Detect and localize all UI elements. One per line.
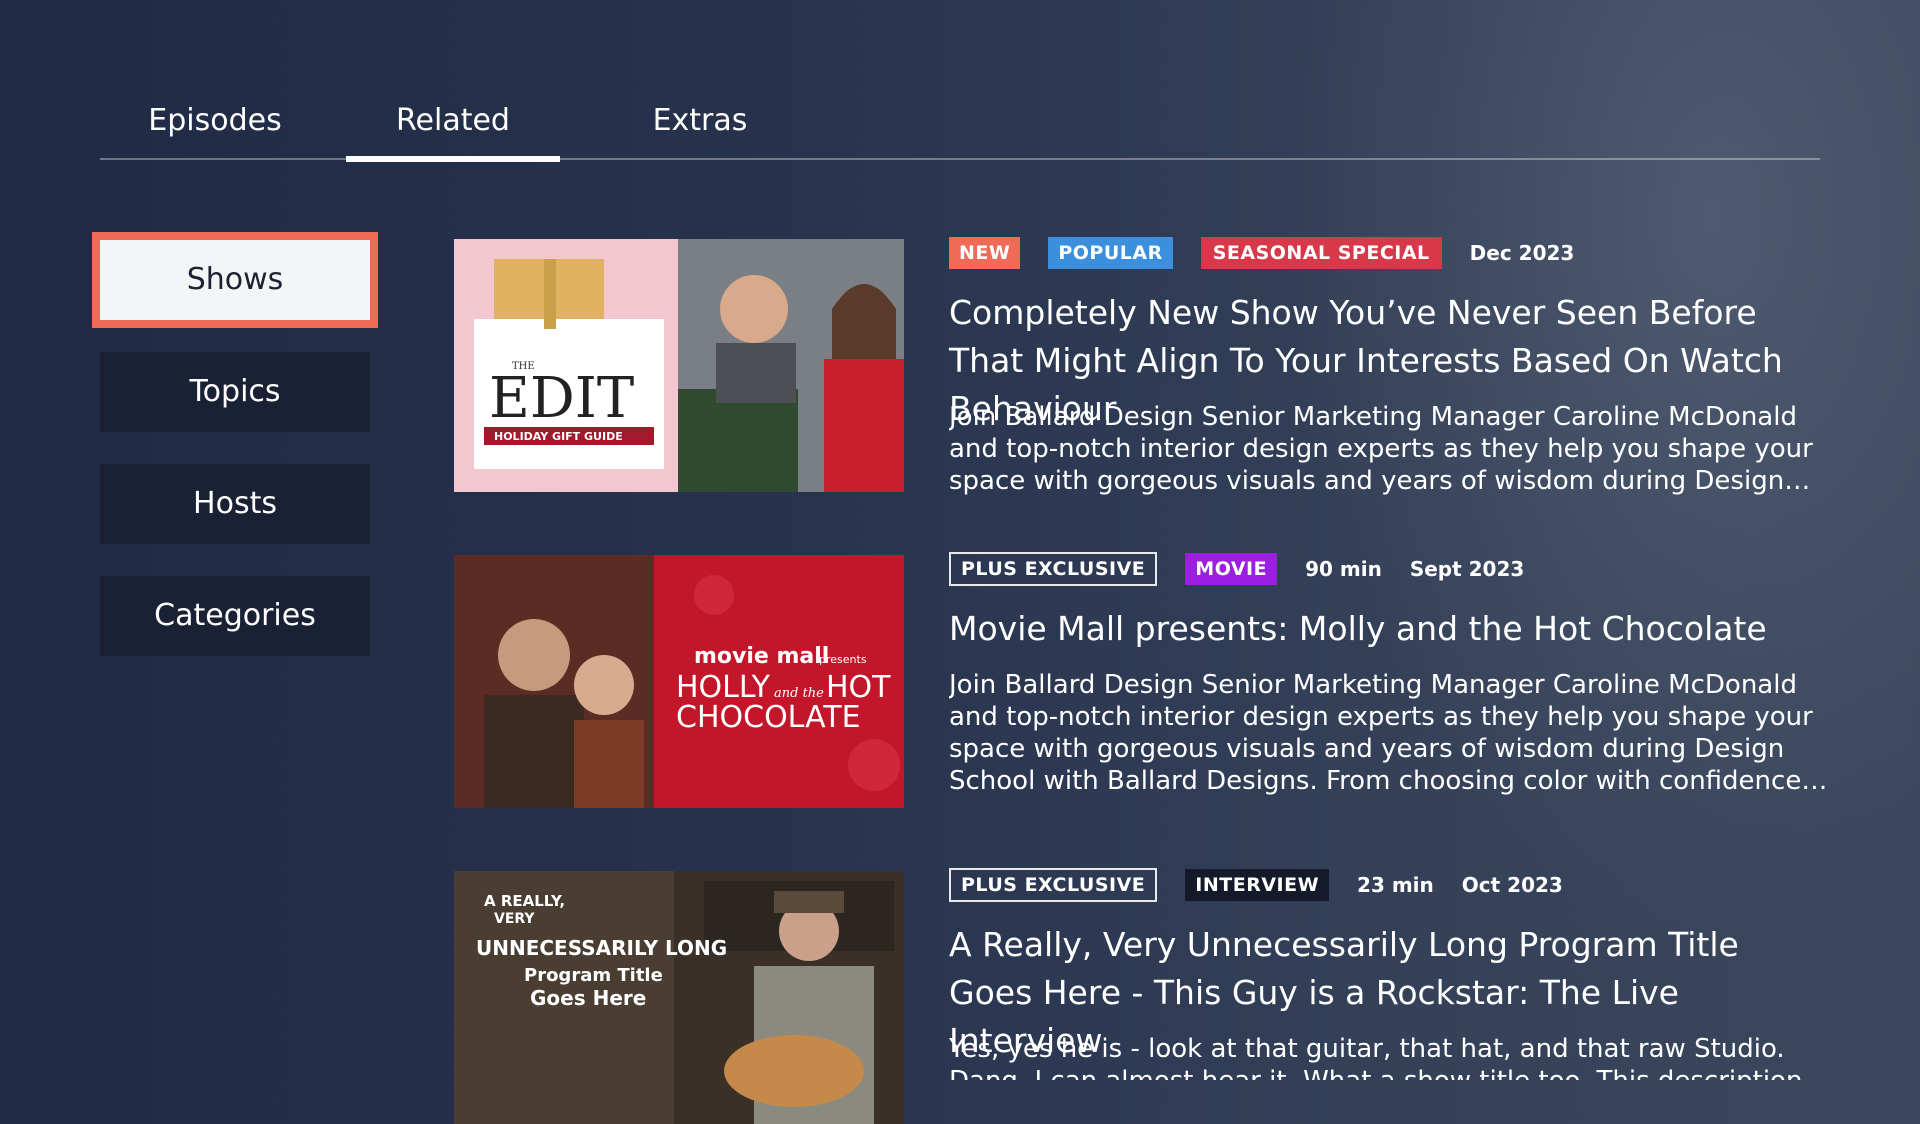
sidebar-item-topics[interactable]: Topics xyxy=(100,352,370,432)
sidebar-item-hosts[interactable]: Hosts xyxy=(100,464,370,544)
badge-popular: POPULAR xyxy=(1048,237,1173,269)
item-1-date: Dec 2023 xyxy=(1469,241,1575,265)
badge-new: NEW xyxy=(949,237,1021,269)
tab-extras[interactable]: Extras xyxy=(640,96,760,158)
thumb-edit-big: EDIT xyxy=(489,366,634,431)
thumb-movie-presents: presents xyxy=(819,653,867,666)
item-2-duration: 90 min xyxy=(1305,557,1382,581)
item-1-meta: NEW POPULAR SEASONAL SPECIAL Dec 2023 xyxy=(949,235,1574,271)
tab-related[interactable]: Related xyxy=(346,96,560,162)
item-2-title[interactable]: Movie Mall presents: Molly and the Hot C… xyxy=(949,605,1829,653)
sidebar-item-categories[interactable]: Categories xyxy=(100,576,370,656)
thumb-rock-t4: Program Title xyxy=(524,965,663,986)
thumb-movie-line2: CHOCOLATE xyxy=(676,700,861,735)
badge-plus-exclusive: PLUS EXCLUSIVE xyxy=(949,868,1158,902)
thumbnail-the-edit[interactable]: THE EDIT HOLIDAY GIFT GUIDE xyxy=(454,239,904,492)
sidebar-item-shows[interactable]: Shows xyxy=(92,232,378,328)
thumb-movie-brand: movie mall xyxy=(694,644,829,669)
badge-plus-exclusive: PLUS EXCLUSIVE xyxy=(949,552,1158,586)
badge-movie: MOVIE xyxy=(1185,553,1278,585)
item-3-duration: 23 min xyxy=(1357,873,1434,897)
thumbnail-holly-hot-chocolate[interactable]: movie mall presents HOLLY and the HOT CH… xyxy=(454,555,904,808)
item-1-description: Join Ballard Design Senior Marketing Man… xyxy=(949,402,1813,496)
thumb-rock-t5: Goes Here xyxy=(530,986,646,1010)
item-3-date: Oct 2023 xyxy=(1461,873,1563,897)
tab-bar: Episodes Related Extras xyxy=(100,96,1820,162)
item-3-meta: PLUS EXCLUSIVE INTERVIEW 23 min Oct 2023 xyxy=(949,867,1563,903)
thumb-rock-t2: VERY xyxy=(494,911,535,927)
item-2-description: Join Ballard Design Senior Marketing Man… xyxy=(949,670,1813,796)
item-2-date: Sept 2023 xyxy=(1409,557,1525,581)
thumb-edit-ribbon: HOLIDAY GIFT GUIDE xyxy=(494,430,623,443)
thumb-rock-t1: A REALLY, xyxy=(484,892,565,910)
tab-episodes[interactable]: Episodes xyxy=(140,96,290,158)
background-glow xyxy=(1220,0,1920,1080)
badge-interview: INTERVIEW xyxy=(1185,869,1330,901)
thumbnail-rockstar-interview[interactable]: A REALLY, VERY UNNECESSARILY LONG Progra… xyxy=(454,871,904,1124)
thumb-rock-t3: UNNECESSARILY LONG xyxy=(476,936,727,960)
item-3-description: Yes, yes he is - look at that guitar, th… xyxy=(949,1034,1802,1080)
thumb-movie-amp: and the xyxy=(774,686,824,701)
item-2-meta: PLUS EXCLUSIVE MOVIE 90 min Sept 2023 xyxy=(949,551,1524,587)
badge-seasonal-special: SEASONAL SPECIAL xyxy=(1200,237,1442,269)
